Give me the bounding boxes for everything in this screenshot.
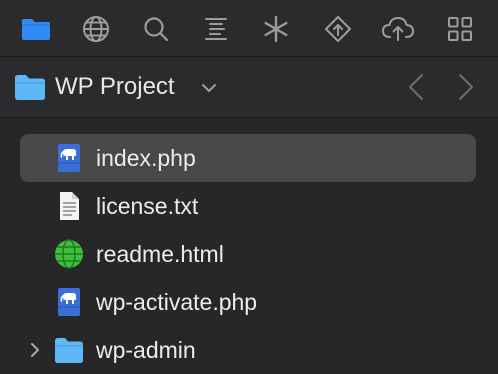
folder-row-wp-admin[interactable]: wp-admin [20, 326, 476, 374]
file-row-index-php[interactable]: index.php [20, 134, 476, 182]
chevron-down-icon[interactable] [200, 79, 218, 97]
tab-web[interactable] [76, 10, 116, 48]
file-list: index.php license.txt readme.html wp-act… [0, 118, 498, 374]
tab-outline[interactable] [196, 10, 236, 48]
text-file-icon [60, 192, 79, 220]
asterisk-icon [264, 15, 288, 43]
folder-icon [22, 19, 50, 40]
project-header: WP Project [0, 57, 498, 118]
file-name: readme.html [96, 241, 224, 267]
project-folder-icon [15, 75, 45, 100]
php-file-icon [57, 288, 80, 316]
grid-icon [448, 17, 472, 41]
back-chevron-icon[interactable] [404, 71, 430, 103]
sidebar-toolbar [0, 0, 498, 57]
git-icon [325, 16, 351, 42]
file-name: wp-activate.php [96, 289, 258, 315]
tab-more[interactable] [440, 10, 480, 48]
html-globe-icon [55, 239, 83, 269]
app-window: WP Project index.php license.txt readme.… [0, 0, 498, 374]
file-name: wp-admin [96, 337, 196, 363]
folder-icon [55, 338, 83, 363]
tab-publish[interactable] [378, 10, 418, 48]
tab-snippets[interactable] [256, 10, 296, 48]
tab-files[interactable] [16, 10, 56, 48]
tab-search[interactable] [136, 10, 176, 48]
tab-git[interactable] [318, 10, 358, 48]
globe-icon [83, 16, 109, 42]
file-row-wp-activate-php[interactable]: wp-activate.php [20, 278, 476, 326]
cloud-icon [382, 17, 414, 41]
outline-icon [205, 18, 227, 40]
project-title[interactable]: WP Project [55, 72, 175, 102]
file-name: index.php [96, 145, 196, 171]
file-name: license.txt [96, 193, 199, 219]
chevron-right-icon[interactable] [28, 342, 42, 358]
search-icon [144, 17, 169, 42]
file-row-readme-html[interactable]: readme.html [20, 230, 476, 278]
forward-chevron-icon[interactable] [452, 71, 478, 103]
php-file-icon [57, 144, 80, 172]
file-row-license-txt[interactable]: license.txt [20, 182, 476, 230]
